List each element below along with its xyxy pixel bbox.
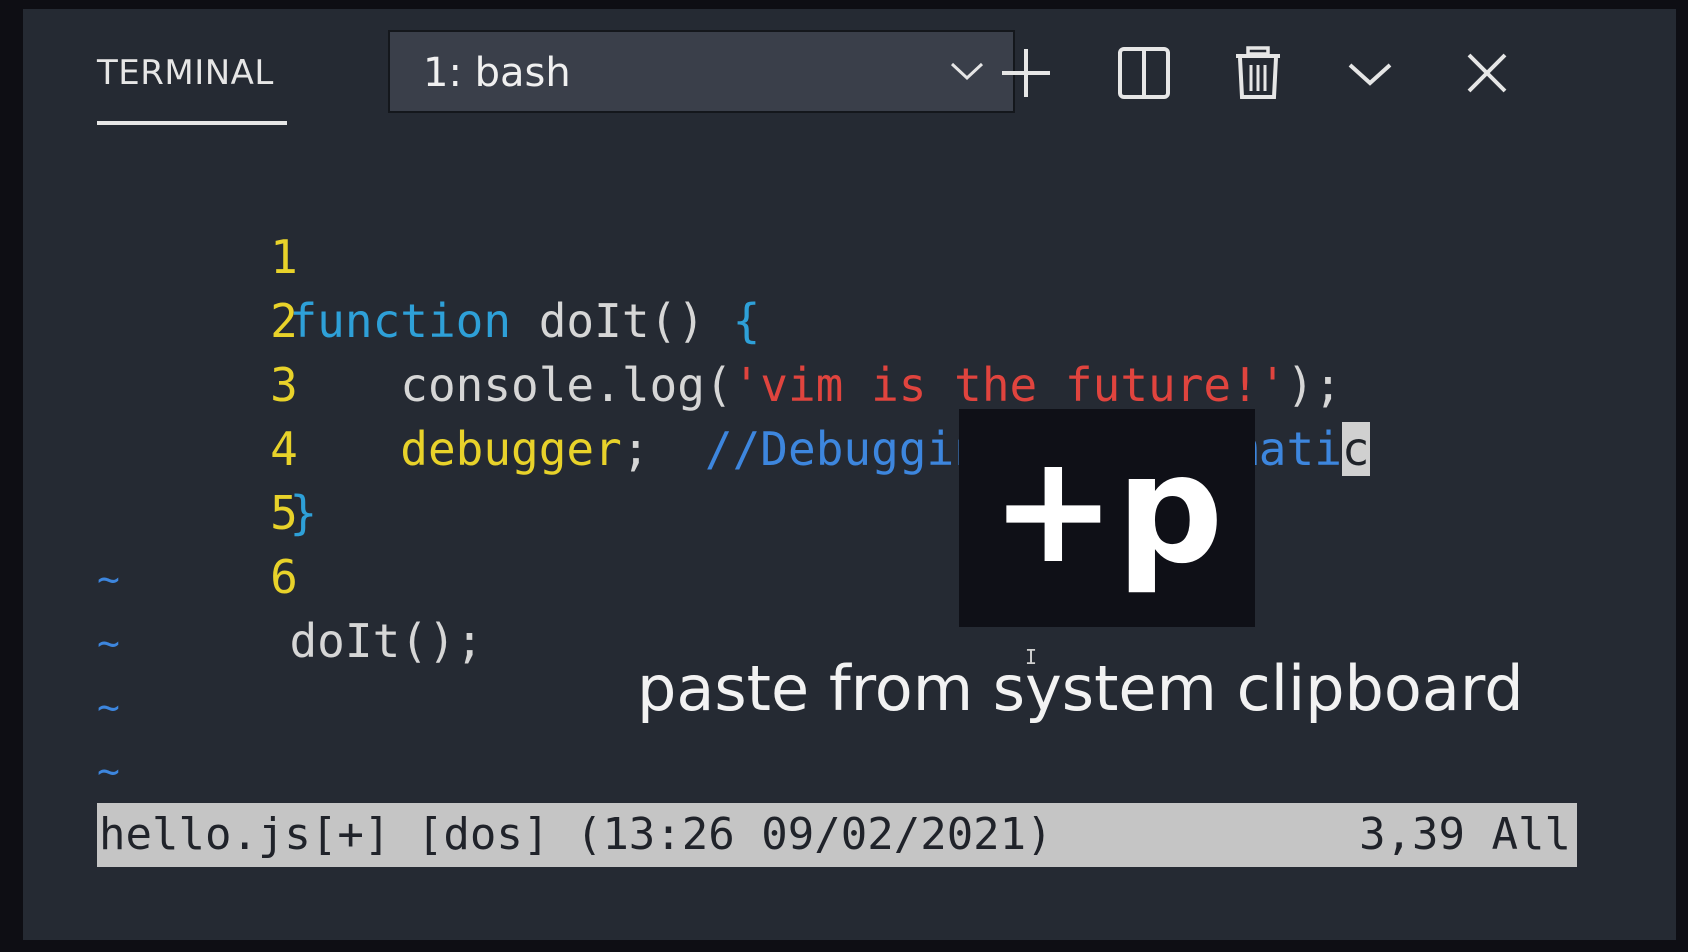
code-line[interactable]: 2 console.log('vim is the future!'); [151,225,1342,412]
mouse-ibeam-cursor: I [1025,645,1038,669]
shortcut-key: +p [990,423,1224,597]
code-line[interactable]: 5 [151,417,298,540]
statusline-position: 3,39 All [1359,809,1571,860]
code-token: ); [1286,358,1342,412]
code-token: doIt(); [289,614,484,668]
empty-line-marker: ~ [97,621,120,665]
code-line[interactable]: 6 doIt(); [151,481,483,668]
tab-terminal[interactable]: TERMINAL [97,53,274,93]
empty-line-marker: ~ [97,685,120,729]
code-token: ; [621,422,705,476]
code-line[interactable]: 3 debugger; //Debugging is automatic [151,289,1370,476]
code-token: debugger [289,422,622,476]
shortcut-key-badge: +p [959,409,1255,627]
close-icon[interactable] [1459,45,1515,101]
trash-icon[interactable] [1230,45,1286,101]
plus-icon[interactable] [998,45,1054,101]
vim-statusline: hello.js[+] [dos] (13:26 09/02/2021) 3,3… [97,803,1577,867]
text-cursor: c [1341,422,1370,476]
code-token: 'vim is the future!' [732,358,1287,412]
line-number: 6 [270,550,298,604]
empty-line-marker: ~ [97,749,120,793]
chevron-down-icon [950,62,984,81]
vscode-terminal-panel: TERMINAL 1: bash 1 function doIt() { 2 c… [23,9,1676,940]
code-token: console.log( [289,358,733,412]
chevron-down-icon[interactable] [1342,45,1398,101]
empty-line-marker: ~ [97,557,120,601]
code-line[interactable]: 1 function doIt() { [151,161,760,348]
statusline-file-info: hello.js[+] [dos] (13:26 09/02/2021) [99,809,1053,860]
terminal-select[interactable]: 1: bash [388,30,1015,113]
split-terminal-icon[interactable] [1116,45,1172,101]
code-line[interactable]: 4 } [151,353,317,540]
tab-active-underline [97,121,287,125]
shortcut-caption: paste from system clipboard [637,652,1524,725]
terminal-select-value: 1: bash [423,50,571,96]
